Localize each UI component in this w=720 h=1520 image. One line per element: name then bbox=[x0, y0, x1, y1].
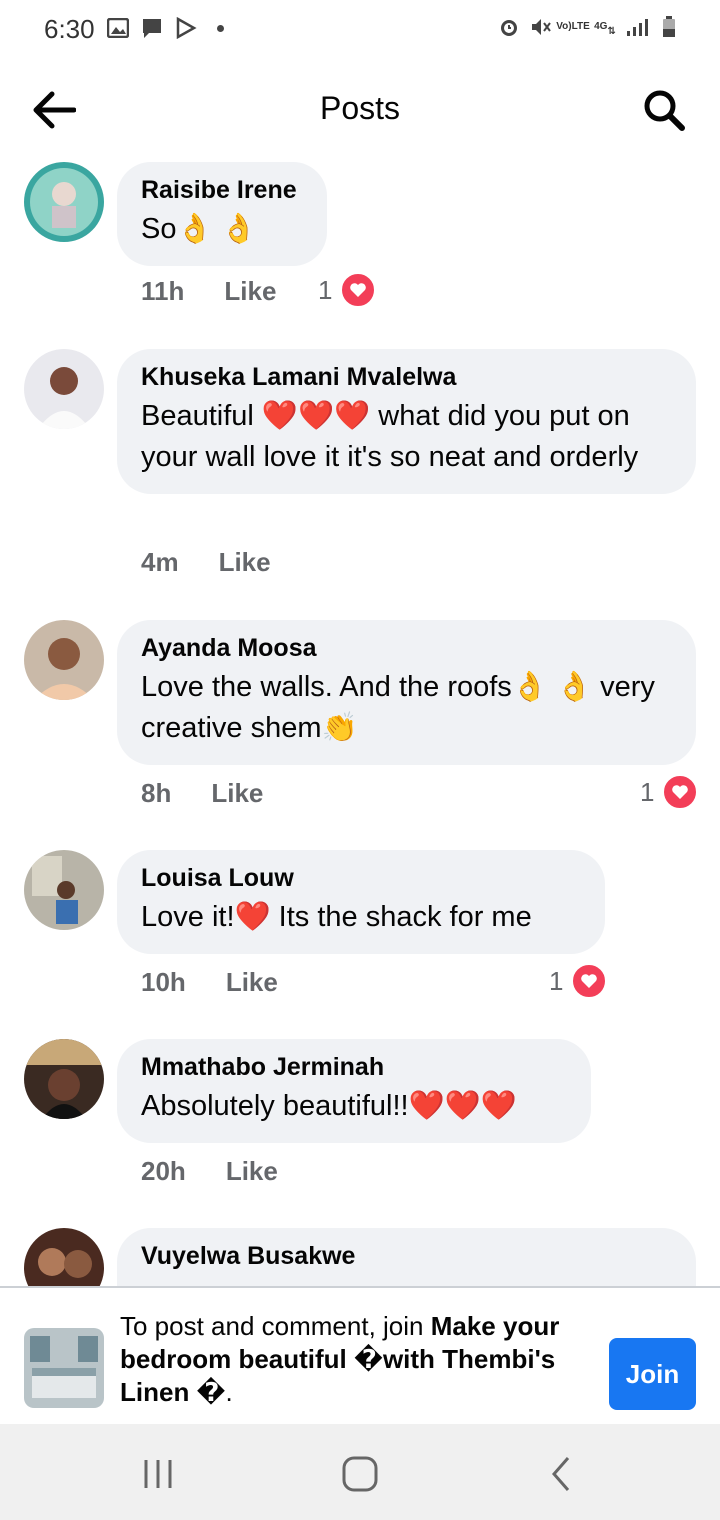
reaction-number: 1 bbox=[318, 274, 333, 305]
system-icons: Vo) LTE 4G ⇅ bbox=[498, 16, 680, 38]
join-prompt-prefix: To post and comment, join bbox=[120, 1311, 431, 1341]
back-nav-icon bbox=[552, 1457, 570, 1491]
search-button[interactable] bbox=[642, 88, 686, 132]
recent-apps-button[interactable] bbox=[140, 1454, 180, 1494]
avatar[interactable] bbox=[24, 620, 104, 700]
comment-author[interactable]: Mmathabo Jerminah bbox=[141, 1053, 567, 1082]
reaction-number: 1 bbox=[549, 965, 564, 996]
avatar[interactable] bbox=[24, 1228, 104, 1286]
message-icon bbox=[141, 17, 163, 39]
comment-bubble[interactable]: Louisa Louw Love it!❤️ Its the shack for… bbox=[117, 850, 605, 954]
comment-author[interactable]: Khuseka Lamani Mvalelwa bbox=[141, 363, 672, 392]
like-button[interactable]: Like bbox=[224, 276, 276, 307]
join-prompt-suffix: . bbox=[225, 1377, 233, 1407]
volte-icon: Vo) LTE bbox=[556, 16, 590, 38]
avatar[interactable] bbox=[24, 850, 104, 930]
comment-bubble[interactable]: Vuyelwa Busakwe bbox=[117, 1228, 696, 1286]
more-notifications-dot bbox=[217, 24, 224, 32]
recent-apps-icon bbox=[144, 1460, 172, 1488]
comment-meta: 4m Like bbox=[141, 547, 271, 578]
like-button[interactable]: Like bbox=[219, 547, 271, 578]
comment-text: Love it!❤️ Its the shack for me bbox=[141, 901, 532, 933]
status-time: 6:30 bbox=[44, 14, 95, 44]
avatar[interactable] bbox=[24, 162, 104, 242]
comment-meta: 8h Like bbox=[141, 778, 263, 809]
comment-author[interactable]: Louisa Louw bbox=[141, 864, 581, 893]
reaction-count[interactable]: 1 bbox=[640, 774, 699, 810]
like-button[interactable]: Like bbox=[226, 1156, 278, 1187]
reaction-count[interactable]: 1 bbox=[318, 272, 377, 308]
gallery-icon bbox=[107, 17, 129, 39]
back-nav-button[interactable] bbox=[544, 1454, 584, 1494]
home-icon bbox=[342, 1456, 378, 1492]
comment-bubble[interactable]: Raisibe Irene So👌 👌 bbox=[117, 162, 327, 266]
comment-time[interactable]: 10h bbox=[141, 967, 186, 998]
like-button[interactable]: Like bbox=[226, 967, 278, 998]
network-label: 4G bbox=[594, 21, 608, 32]
comment-author[interactable]: Vuyelwa Busakwe bbox=[141, 1242, 672, 1271]
comment-text: Love the walls. And the roofs👌 👌 very cr… bbox=[141, 671, 655, 744]
comment-time[interactable]: 8h bbox=[141, 778, 171, 809]
reaction-count[interactable]: 1 bbox=[549, 963, 608, 999]
heart-reaction-icon bbox=[340, 272, 377, 308]
play-store-icon bbox=[175, 17, 197, 39]
reaction-number: 1 bbox=[640, 776, 655, 807]
comment-text: Beautiful ❤️❤️❤️ what did you put on you… bbox=[141, 400, 639, 473]
signal-icon bbox=[626, 16, 648, 38]
notification-icons bbox=[107, 17, 224, 39]
like-button[interactable]: Like bbox=[211, 778, 263, 809]
comment-time[interactable]: 11h bbox=[141, 276, 184, 307]
volte-label: Vo) bbox=[556, 21, 572, 32]
battery-icon bbox=[658, 16, 680, 38]
comment-time[interactable]: 4m bbox=[141, 547, 179, 578]
mute-icon bbox=[530, 16, 552, 38]
heart-reaction-icon bbox=[662, 774, 699, 810]
heart-reaction-icon bbox=[571, 963, 608, 999]
comment-meta: 10h Like bbox=[141, 967, 278, 998]
comment-meta: 20h Like bbox=[141, 1156, 278, 1187]
comment-author[interactable]: Ayanda Moosa bbox=[141, 634, 672, 663]
comment-bubble[interactable]: Khuseka Lamani Mvalelwa Beautiful ❤️❤️❤️… bbox=[117, 349, 696, 494]
lte-label: LTE bbox=[571, 21, 590, 32]
comment: Vuyelwa Busakwe bbox=[0, 1228, 720, 1286]
page-title: Posts bbox=[319, 90, 401, 126]
comment-meta: 11h Like bbox=[141, 276, 276, 307]
avatar[interactable] bbox=[24, 349, 104, 429]
avatar[interactable] bbox=[24, 1039, 104, 1119]
join-prompt: To post and comment, join Make your bedr… bbox=[120, 1310, 600, 1409]
comment-text: Absolutely beautiful!!❤️❤️❤️ bbox=[141, 1090, 517, 1122]
comment-text: So👌 👌 bbox=[141, 213, 257, 245]
group-thumbnail[interactable] bbox=[24, 1328, 104, 1408]
network-4g-icon: 4G ⇅ bbox=[594, 21, 616, 37]
home-button[interactable] bbox=[340, 1454, 380, 1494]
navigation-bar bbox=[0, 1424, 720, 1520]
header: Posts bbox=[0, 62, 720, 158]
comment-bubble[interactable]: Ayanda Moosa Love the walls. And the roo… bbox=[117, 620, 696, 765]
comment-author[interactable]: Raisibe Irene bbox=[141, 176, 303, 205]
alarm-icon bbox=[498, 16, 520, 38]
join-group-bar: To post and comment, join Make your bedr… bbox=[0, 1286, 720, 1424]
search-icon bbox=[644, 90, 685, 131]
join-button[interactable]: Join bbox=[609, 1338, 696, 1410]
comment-bubble[interactable]: Mmathabo Jerminah Absolutely beautiful!!… bbox=[117, 1039, 591, 1143]
status-bar: 6:30 Vo) LTE 4G ⇅ bbox=[0, 0, 720, 60]
comment-time[interactable]: 20h bbox=[141, 1156, 186, 1187]
